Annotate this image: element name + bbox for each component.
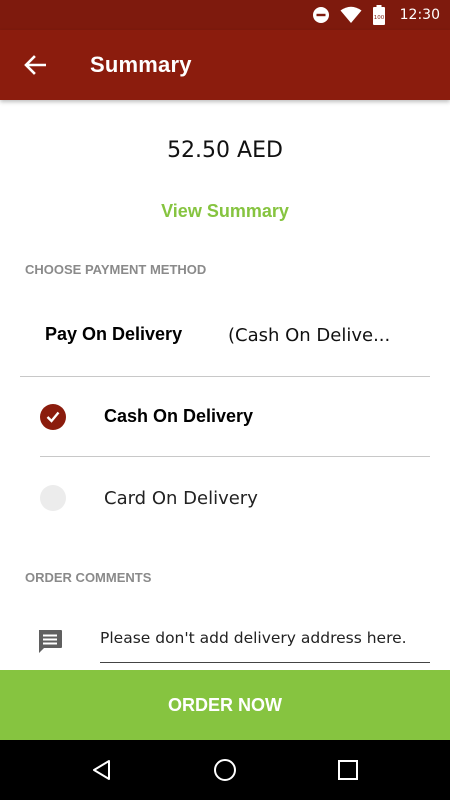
status-time: 12:30 bbox=[399, 7, 440, 23]
view-summary-link[interactable]: View Summary bbox=[0, 201, 450, 222]
app-bar: Summary bbox=[0, 30, 450, 100]
payment-option-label: Cash On Delivery bbox=[104, 406, 254, 426]
system-nav-bar bbox=[0, 740, 450, 800]
do-not-disturb-icon bbox=[312, 6, 330, 24]
wifi-icon bbox=[340, 6, 362, 24]
order-total-amount: 52.50 AED bbox=[167, 138, 283, 163]
order-now-button[interactable]: ORDER NOW bbox=[0, 670, 450, 740]
status-bar: 100 12:30 bbox=[0, 0, 450, 30]
home-circle-icon bbox=[213, 759, 236, 781]
payment-section-header: CHOOSE PAYMENT METHOD bbox=[25, 262, 207, 277]
comments-section-header: ORDER COMMENTS bbox=[25, 570, 152, 585]
back-button[interactable] bbox=[0, 30, 70, 100]
back-triangle-icon bbox=[92, 760, 110, 780]
nav-back-button[interactable] bbox=[72, 740, 132, 800]
nav-home-button[interactable] bbox=[195, 740, 255, 800]
payment-method-selector[interactable]: Pay On Delivery (Cash On Delive... bbox=[20, 305, 430, 377]
comment-icon bbox=[39, 630, 62, 653]
page-title: Summary bbox=[90, 52, 192, 77]
nav-recents-button[interactable] bbox=[318, 740, 378, 800]
battery-level-text: 100 bbox=[373, 15, 384, 21]
payment-method-value: (Cash On Delive... bbox=[228, 325, 391, 346]
arrow-left-icon bbox=[24, 55, 46, 75]
order-comments-input[interactable] bbox=[100, 622, 430, 663]
recents-square-icon bbox=[338, 760, 359, 780]
radio-checked-icon[interactable] bbox=[40, 403, 66, 430]
battery-icon: 100 bbox=[372, 5, 386, 25]
payment-option-label: Card On Delivery bbox=[104, 487, 258, 509]
payment-method-label: Pay On Delivery bbox=[45, 324, 183, 344]
checkmark-icon bbox=[46, 411, 60, 423]
payment-option-card[interactable]: Card On Delivery bbox=[40, 458, 430, 538]
radio-unchecked-icon[interactable] bbox=[40, 485, 66, 511]
payment-option-cash[interactable]: Cash On Delivery bbox=[40, 377, 430, 457]
